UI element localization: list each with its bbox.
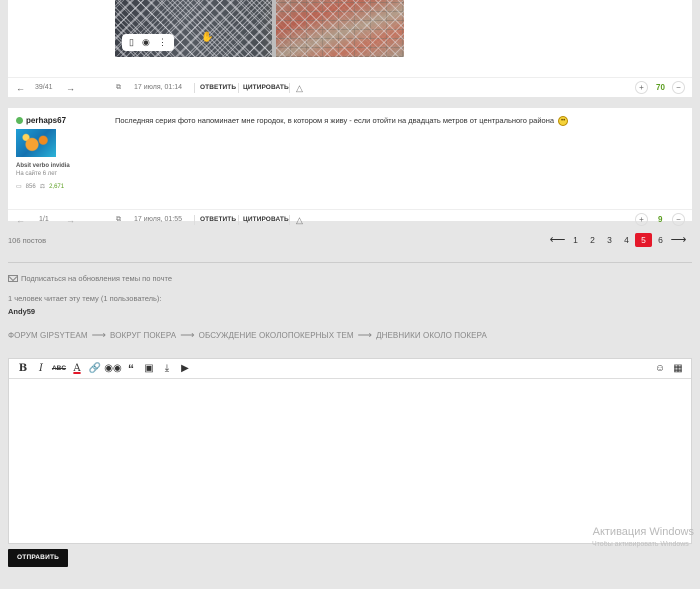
breadcrumb-item[interactable]: ФОРУМ GIPSYTEAM [8, 331, 88, 340]
breadcrumb-arrow-icon: ⟶ [180, 330, 195, 341]
reply-button[interactable]: ОТВЕТИТЬ [200, 82, 236, 94]
post-score: 9 [658, 215, 663, 224]
member-since: На сайте 6 лет [16, 171, 58, 177]
divider [194, 215, 195, 225]
subscribe-link[interactable]: Подписаться на обновления темы по почте [8, 274, 172, 283]
divider [238, 83, 239, 93]
hand-cursor-icon: ✋ [201, 32, 214, 43]
post-footer: ← 1/1 → ⧉ 17 июля, 01:55 ОТВЕТИТЬ ЦИТИРО… [8, 209, 692, 229]
report-icon[interactable]: △ [296, 82, 303, 94]
vote-down-button[interactable]: − [672, 213, 685, 226]
camera-icon[interactable]: ◉ [142, 37, 150, 48]
image-icon[interactable]: ▣ [140, 361, 158, 377]
user-stats: ▭ 856 ⚖ 2,671 [16, 183, 65, 191]
post-footer: ← 39/41 → ⧉ 17 июля, 01:14 ОТВЕТИТЬ ЦИТИ… [8, 77, 692, 97]
bold-icon[interactable]: B [14, 361, 32, 377]
posts-count: 106 постов [8, 236, 47, 245]
breadcrumb-item[interactable]: ВОКРУГ ПОКЕРА [110, 331, 176, 340]
page-link[interactable]: 3 [601, 233, 618, 247]
page-link[interactable]: 2 [584, 233, 601, 247]
divider [194, 83, 195, 93]
reader-link[interactable]: Andy59 [8, 307, 35, 316]
spoiler-icon[interactable]: ◉◉ [104, 361, 122, 377]
author-name[interactable]: perhaps67 [26, 116, 66, 125]
divider [289, 215, 290, 225]
page-link[interactable]: 4 [618, 233, 635, 247]
post-nav-position: 1/1 [39, 216, 49, 223]
avatar[interactable] [16, 129, 56, 157]
image-toolbar: ▯ ◉ ⋮ [122, 34, 174, 51]
current-page[interactable]: 5 [635, 233, 652, 247]
breadcrumb-item[interactable]: ДНЕВНИКИ ОКОЛО ПОКЕРА [376, 331, 487, 340]
post-nav-position: 39/41 [35, 84, 53, 91]
post-image-pole [272, 0, 276, 57]
divider [238, 215, 239, 225]
comments-icon: ▭ [16, 184, 22, 190]
link-icon[interactable]: 🔗 [86, 361, 104, 377]
submit-button[interactable]: ОТПРАВИТЬ [8, 549, 68, 567]
user-reputation: 2,671 [49, 183, 65, 190]
divider [289, 83, 290, 93]
post-text: Последняя серия фото напоминает мне горо… [115, 116, 555, 125]
subscribe-label[interactable]: Подписаться на обновления темы по почте [21, 274, 172, 283]
post-author[interactable]: perhaps67 [16, 116, 66, 125]
vote-up-button[interactable]: + [635, 213, 648, 226]
smiley-icon: •• [558, 116, 569, 127]
reply-button[interactable]: ОТВЕТИТЬ [200, 214, 236, 226]
breadcrumb-arrow-icon: ⟶ [357, 330, 373, 341]
page-link[interactable]: 6 [652, 233, 669, 247]
vote-down-button[interactable]: − [672, 81, 685, 94]
breadcrumb-item[interactable]: ОБСУЖДЕНИЕ ОКОЛОПОКЕРНЫХ ТЕМ [199, 331, 354, 340]
source-icon[interactable]: ▦ [669, 361, 687, 377]
text-color-icon[interactable]: A [68, 361, 86, 377]
next-post-arrow-icon[interactable]: → [66, 214, 75, 226]
prev-post-arrow-icon[interactable]: ← [16, 214, 25, 226]
quote-icon[interactable]: “ [122, 361, 140, 377]
copy-link-icon[interactable]: ⧉ [116, 214, 121, 226]
post-image[interactable]: ▯ ◉ ⋮ ✋ [115, 0, 404, 57]
divider [8, 262, 692, 263]
more-icon[interactable]: ⋮ [158, 37, 167, 48]
reply-editor: B I ABC A 🔗 ◉◉ “ ▣ ⤓ ▶ ☺ ▦ [8, 358, 692, 544]
windows-activation-subtext: Чтобы активировать Windows [592, 541, 689, 548]
upload-icon[interactable]: ⤓ [158, 361, 176, 377]
prev-post-arrow-icon[interactable]: ← [16, 82, 25, 94]
post-date[interactable]: 17 июля, 01:14 [134, 82, 182, 94]
post-card: ▯ ◉ ⋮ ✋ ← 39/41 → ⧉ 17 июля, 01:14 ОТВЕТ… [8, 0, 692, 97]
italic-icon[interactable]: I [32, 361, 50, 377]
user-motto: Absit verbo invidia [16, 163, 70, 169]
page-link[interactable]: 1 [567, 233, 584, 247]
quote-button[interactable]: ЦИТИРОВАТЬ [243, 214, 289, 226]
envelope-icon [8, 275, 18, 282]
editor-textarea[interactable] [9, 380, 691, 543]
video-icon[interactable]: ▶ [176, 361, 194, 377]
post-date[interactable]: 17 июля, 01:55 [134, 214, 182, 226]
reputation-icon: ⚖ [39, 184, 46, 190]
next-page-arrow-icon[interactable]: ⟶ [669, 233, 688, 247]
breadcrumb: ФОРУМ GIPSYTEAM ⟶ ВОКРУГ ПОКЕРА ⟶ ОБСУЖД… [8, 330, 487, 341]
user-post-count: 856 [25, 183, 36, 190]
prev-page-arrow-icon[interactable]: ⟵ [548, 233, 567, 247]
vote-up-button[interactable]: + [635, 81, 648, 94]
strikethrough-icon[interactable]: ABC [50, 361, 68, 377]
pagination: ⟵ 1 2 3 4 5 6 ⟶ [548, 233, 688, 247]
post-body: Последняя серия фото напоминает мне горо… [115, 116, 569, 127]
breadcrumb-arrow-icon: ⟶ [91, 330, 107, 341]
copy-link-icon[interactable]: ⧉ [116, 82, 121, 94]
report-icon[interactable]: △ [296, 214, 303, 226]
windows-activation-watermark: Активация Windows [592, 526, 694, 538]
emoji-icon[interactable]: ☺ [651, 361, 669, 377]
editor-toolbar: B I ABC A 🔗 ◉◉ “ ▣ ⤓ ▶ ☺ ▦ [9, 359, 691, 379]
next-post-arrow-icon[interactable]: → [66, 82, 75, 94]
post-card: perhaps67 Absit verbo invidia На сайте 6… [8, 108, 692, 226]
quote-button[interactable]: ЦИТИРОВАТЬ [243, 82, 289, 94]
post-score: 70 [656, 83, 665, 92]
online-status-icon [16, 117, 23, 124]
bookmark-icon[interactable]: ▯ [129, 37, 134, 48]
readers-info: 1 человек читает эту тему (1 пользовател… [8, 294, 162, 303]
